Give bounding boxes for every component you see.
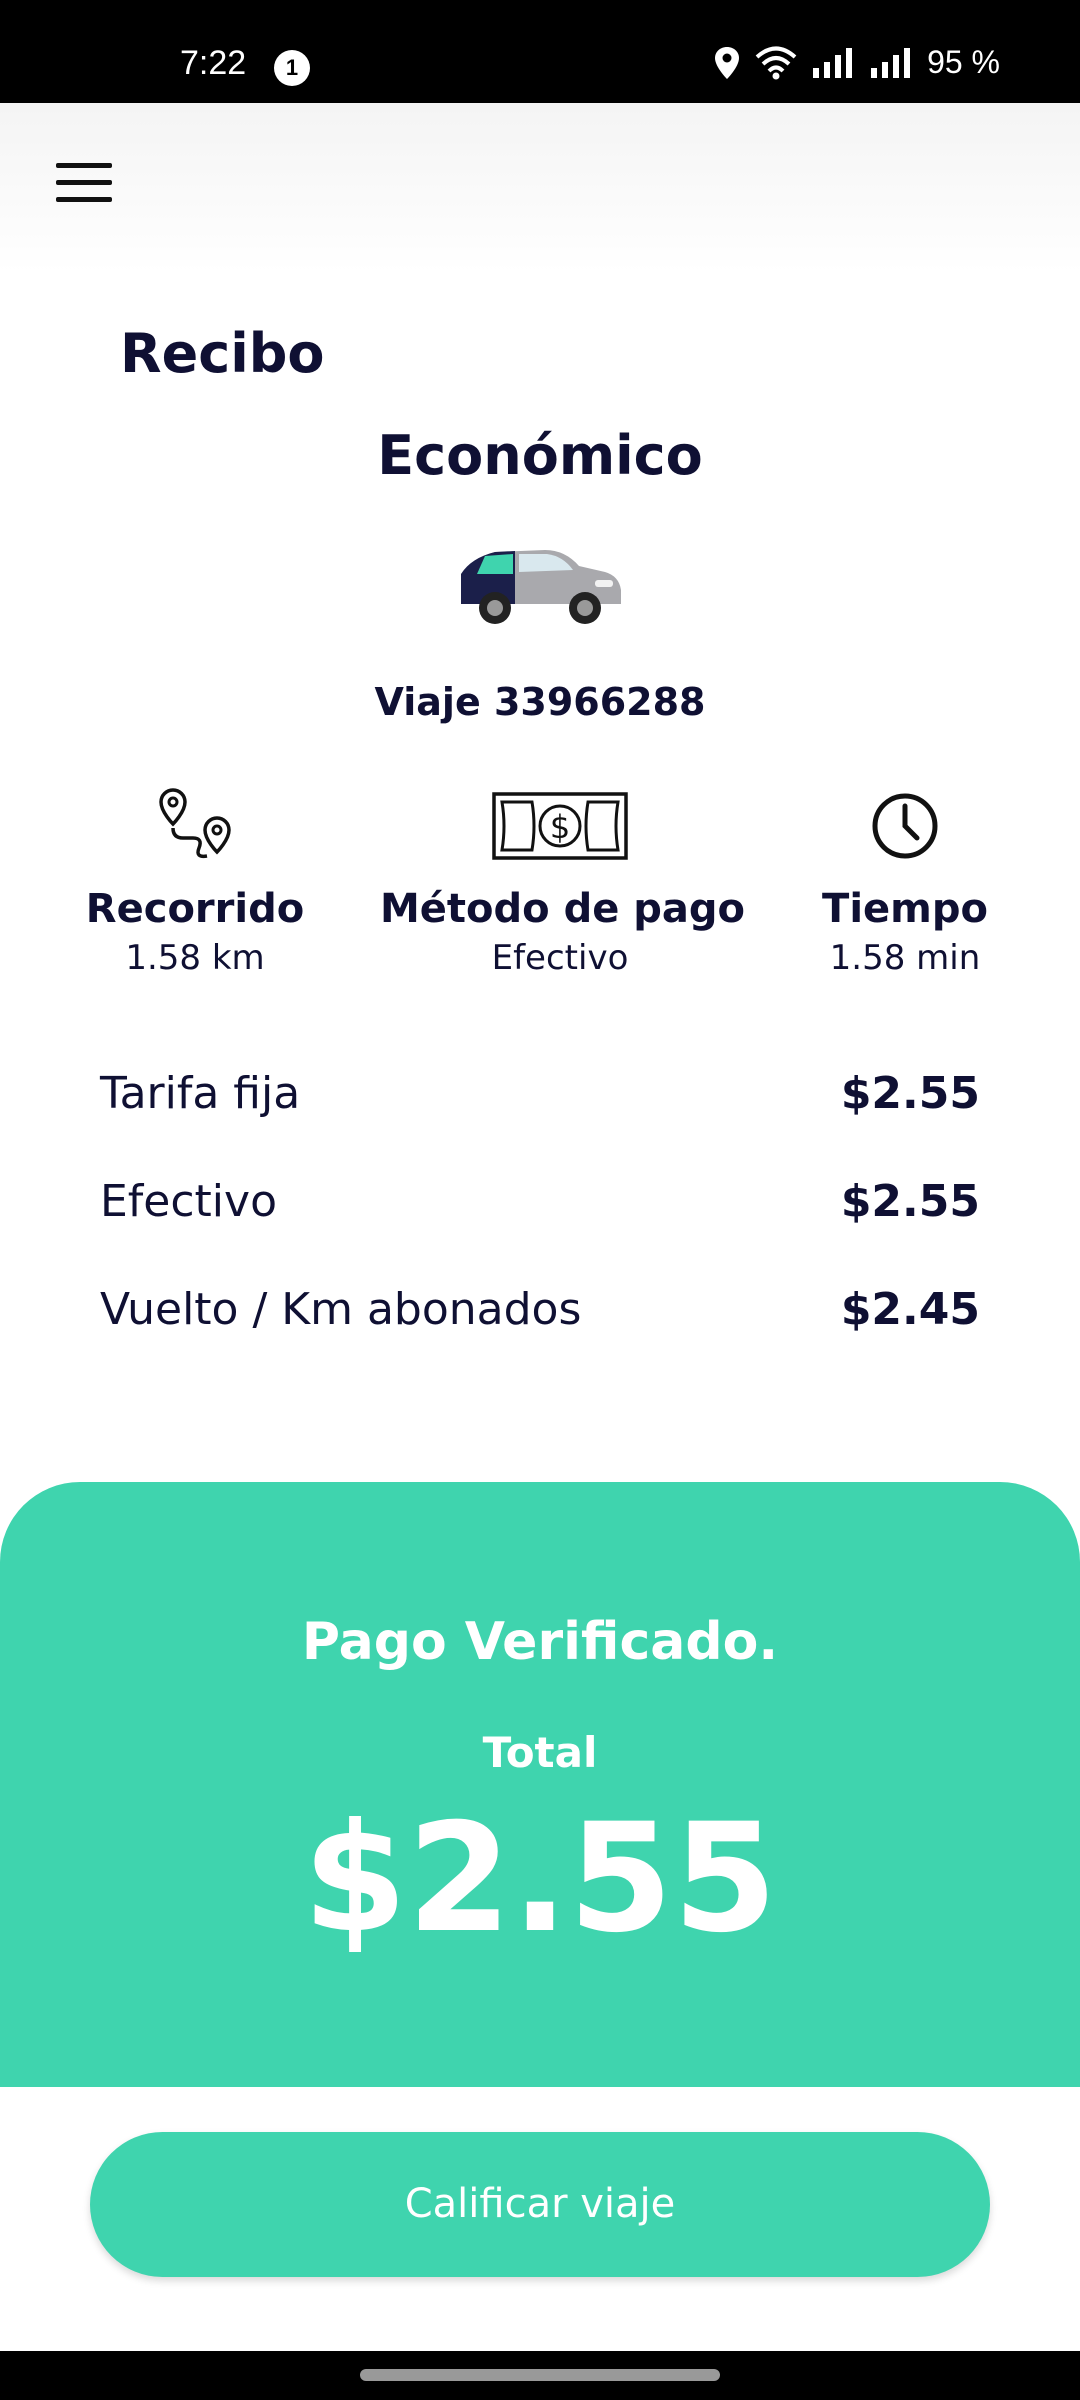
distance-value: 1.58 km [125,938,265,978]
fare-amount: $2.55 [840,1176,980,1227]
svg-text:$: $ [550,808,570,846]
time-value: 1.58 min [829,938,981,978]
fare-label: Tarifa fija [100,1068,301,1119]
clock-icon [800,786,1010,866]
payment-method-label: Método de pago [380,886,745,932]
trip-id: Viaje 33966288 [374,680,706,724]
car-image [455,538,625,628]
page-title: Recibo [120,322,325,385]
total-label: Total [482,1728,598,1777]
fare-label: Vuelto / Km abonados [100,1284,582,1335]
location-icon [713,46,741,80]
time-stat: Tiempo 1.58 min [800,786,1010,978]
notification-badge: 1 [274,50,310,86]
signal-icon [811,47,855,78]
total-panel: Pago Verificado. Total $2.55 [0,1482,1080,2087]
status-bar: 7:22 1 95 % [0,0,1080,103]
fare-amount: $2.45 [840,1284,980,1335]
payment-method-stat: $ Método de pago Efectivo [380,786,745,978]
wifi-icon [755,46,797,80]
fare-label: Efectivo [100,1176,277,1227]
time-label: Tiempo [822,886,988,932]
vehicle-category: Económico [377,424,703,487]
fare-row-change: Vuelto / Km abonados $2.45 [100,1284,980,1335]
fare-row-cash: Efectivo $2.55 [100,1176,980,1227]
banknote-icon: $ [380,786,740,866]
top-app-bar [0,103,1080,273]
payment-method-value: Efectivo [491,938,629,978]
fare-amount: $2.55 [840,1068,980,1119]
status-time: 7:22 [180,44,247,82]
distance-label: Recorrido [85,886,305,932]
system-nav-bar [0,2351,1080,2400]
distance-stat: Recorrido 1.58 km [80,786,310,978]
battery-level: 95 % [927,44,1000,80]
menu-icon[interactable] [56,163,112,207]
payment-status: Pago Verificado. [301,1612,779,1672]
signal-icon-2 [869,47,913,78]
status-indicators: 95 % [713,44,1000,81]
home-indicator[interactable] [360,2369,720,2381]
route-pins-icon [80,786,310,866]
rate-trip-button[interactable]: Calificar viaje [90,2132,990,2277]
fare-row-fixed: Tarifa fija $2.55 [100,1068,980,1119]
total-amount: $2.55 [302,1792,778,1966]
